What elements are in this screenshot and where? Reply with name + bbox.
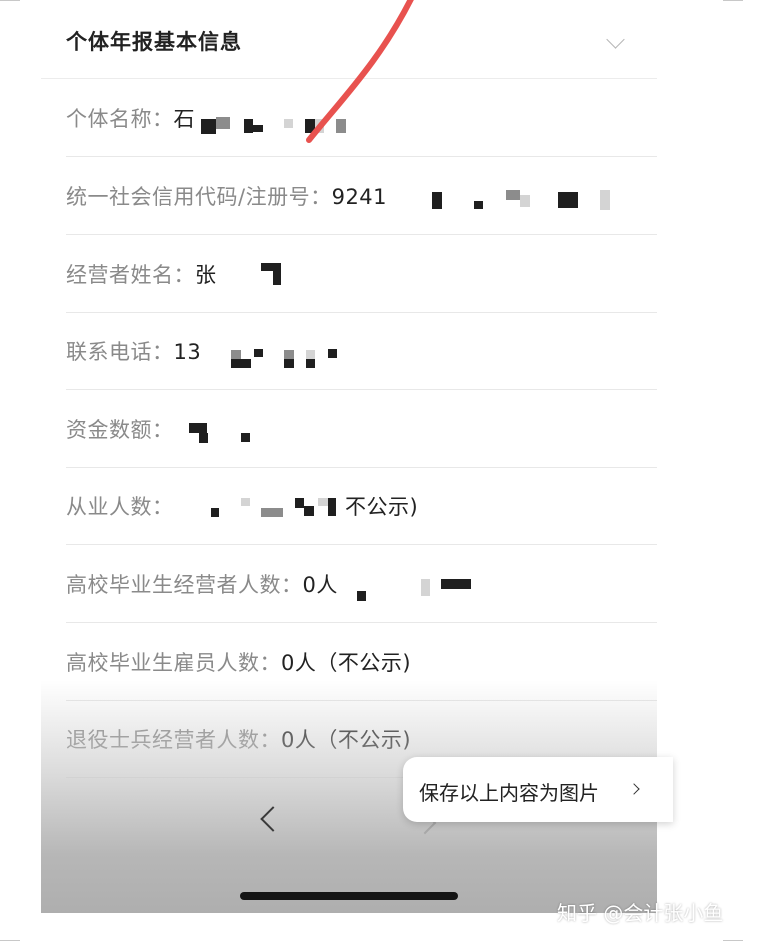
redaction-mosaic	[241, 433, 250, 442]
row-label: 统一社会信用代码/注册号：9241	[66, 185, 388, 209]
chevron-left-icon[interactable]	[260, 806, 286, 832]
redaction-mosaic	[600, 190, 610, 210]
redaction-mosaic	[273, 271, 281, 285]
redaction-mosaic	[295, 498, 304, 508]
info-row-employees: 从业人数： 不公示)	[66, 467, 657, 545]
redaction-mosaic	[558, 192, 578, 208]
row-label: 退役士兵经营者人数：0人（不公示)	[66, 728, 412, 752]
redaction-mosaic	[189, 423, 207, 433]
redaction-mosaic	[254, 349, 263, 357]
redaction-mosaic	[284, 359, 294, 368]
redaction-mosaic	[506, 190, 520, 200]
row-value: 不公示)	[345, 495, 419, 519]
redaction-mosaic	[306, 359, 315, 368]
row-value: 9241	[331, 185, 388, 209]
redaction-mosaic	[199, 433, 208, 443]
redaction-mosaic	[357, 591, 366, 601]
crop-mark	[0, 0, 20, 1]
info-row-operator: 经营者姓名：张	[66, 235, 657, 313]
chevron-right-icon	[628, 783, 640, 795]
watermark: 知乎 @会计张小鱼	[557, 901, 724, 925]
row-value: 0人	[302, 573, 338, 597]
redaction-mosaic	[441, 579, 471, 589]
info-row-graduate-employees: 高校毕业生雇员人数：0人（不公示)	[66, 623, 657, 701]
save-as-image-label: 保存以上内容为图片	[419, 781, 599, 805]
info-row-credit-code: 统一社会信用代码/注册号：9241	[66, 157, 657, 235]
redaction-mosaic	[261, 263, 281, 271]
row-label: 高校毕业生雇员人数：0人（不公示)	[66, 651, 412, 675]
save-as-image-button[interactable]: 保存以上内容为图片	[403, 757, 673, 822]
redaction-mosaic	[421, 579, 430, 587]
redaction-mosaic	[306, 350, 315, 359]
crop-mark	[723, 0, 743, 1]
redaction-mosaic	[328, 349, 337, 358]
redaction-mosaic	[241, 498, 250, 506]
crop-mark	[723, 940, 743, 941]
redaction-mosaic	[304, 506, 314, 516]
redaction-mosaic	[432, 192, 442, 209]
redaction-mosaic	[261, 508, 283, 517]
redaction-mosaic	[421, 587, 430, 596]
red-annotation-stroke	[306, 0, 414, 143]
info-row-phone: 联系电话：13	[66, 312, 657, 390]
row-value: 13	[173, 340, 202, 364]
redaction-mosaic	[231, 359, 251, 368]
row-value: 0人（不公示)	[281, 728, 412, 752]
redaction-mosaic	[231, 350, 241, 359]
redaction-mosaic	[211, 508, 219, 517]
redaction-mosaic	[284, 350, 294, 359]
home-indicator[interactable]	[240, 892, 458, 900]
row-label: 经营者姓名：张	[66, 263, 217, 287]
redaction-mosaic	[474, 201, 483, 209]
row-label: 从业人数：	[66, 495, 174, 519]
redaction-mosaic	[520, 195, 530, 207]
redaction-mosaic	[328, 498, 336, 516]
redaction-mosaic	[318, 498, 328, 506]
info-row-capital: 资金数额：	[66, 390, 657, 468]
row-value: 0人（不公示)	[281, 651, 412, 675]
info-row-graduate-operators: 高校毕业生经营者人数：0人	[66, 545, 657, 623]
row-label: 联系电话：13	[66, 340, 202, 364]
row-value: 张	[195, 263, 217, 287]
row-label: 资金数额：	[66, 418, 174, 442]
crop-mark	[0, 940, 20, 941]
row-label: 高校毕业生经营者人数：0人	[66, 573, 338, 597]
